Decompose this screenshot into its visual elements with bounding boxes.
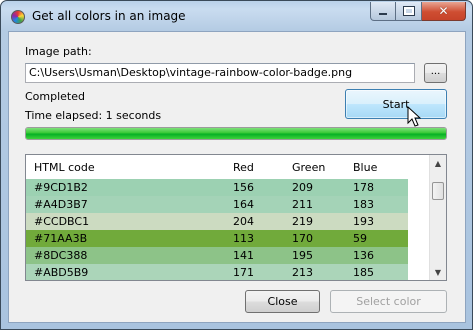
cell-red: 113 xyxy=(233,232,254,245)
table-row[interactable]: #71AA3B 113 170 59 xyxy=(26,230,408,247)
scroll-down-arrow-icon[interactable]: ▼ xyxy=(430,264,446,280)
cell-blue: 185 xyxy=(353,266,374,279)
column-header-green[interactable]: Green xyxy=(292,161,325,174)
caption-buttons: ✕ xyxy=(370,2,466,21)
table-rows: #9CD1B2 156 209 178 #A4D3B7 164 211 183 … xyxy=(26,179,408,280)
maximize-button[interactable] xyxy=(396,2,422,21)
cell-html-code: #ABD5B9 xyxy=(34,266,89,279)
close-button[interactable]: Close xyxy=(245,290,320,313)
cell-green: 209 xyxy=(292,181,313,194)
cell-html-code: #A4D3B7 xyxy=(34,198,88,211)
cell-green: 213 xyxy=(292,266,313,279)
select-color-button[interactable]: Select color xyxy=(330,290,447,313)
cell-green: 211 xyxy=(292,198,313,211)
close-window-button[interactable]: ✕ xyxy=(422,2,466,21)
cell-green: 170 xyxy=(292,232,313,245)
cell-green: 195 xyxy=(292,249,313,262)
cell-html-code: #8DC388 xyxy=(34,249,88,262)
table-header: HTML code Red Green Blue xyxy=(26,155,431,179)
cell-blue: 183 xyxy=(353,198,374,211)
scroll-thumb[interactable] xyxy=(432,182,444,200)
table-row[interactable]: #A4D3B7 164 211 183 xyxy=(26,196,408,213)
color-wheel-icon xyxy=(11,10,25,24)
cell-green: 219 xyxy=(292,215,313,228)
table-scrollbar[interactable]: ▲ ▼ xyxy=(429,155,446,280)
cell-blue: 178 xyxy=(353,181,374,194)
cell-blue: 193 xyxy=(353,215,374,228)
title-bar[interactable]: Get all colors in an image ✕ xyxy=(1,1,472,31)
image-path-label: Image path: xyxy=(25,45,92,58)
cell-html-code: #71AA3B xyxy=(34,232,88,245)
minimize-icon xyxy=(379,12,387,15)
cell-blue: 59 xyxy=(353,232,367,245)
colors-table[interactable]: HTML code Red Green Blue #9CD1B2 156 209… xyxy=(25,154,447,281)
time-elapsed-text: Time elapsed: 1 seconds xyxy=(25,109,162,122)
column-header-html-code[interactable]: HTML code xyxy=(34,161,95,174)
maximize-icon xyxy=(402,6,415,16)
cell-red: 156 xyxy=(233,181,254,194)
cell-html-code: #CCDBC1 xyxy=(34,215,90,228)
browse-button[interactable]: ... xyxy=(424,63,447,83)
table-row[interactable]: #CCDBC1 204 219 193 xyxy=(26,213,408,230)
client-area: Image path: C:\Users\Usman\Desktop\vinta… xyxy=(8,31,466,323)
cell-red: 164 xyxy=(233,198,254,211)
scroll-up-arrow-icon[interactable]: ▲ xyxy=(430,155,446,171)
table-row[interactable]: #9CD1B2 156 209 178 xyxy=(26,179,408,196)
cell-red: 204 xyxy=(233,215,254,228)
progress-bar xyxy=(25,127,447,140)
start-button[interactable]: Start xyxy=(345,89,447,119)
mouse-cursor-icon xyxy=(407,106,421,127)
column-header-blue[interactable]: Blue xyxy=(353,161,377,174)
cell-red: 141 xyxy=(233,249,254,262)
progress-bar-fill xyxy=(26,128,446,139)
minimize-button[interactable] xyxy=(370,2,396,21)
cell-html-code: #9CD1B2 xyxy=(34,181,88,194)
column-header-red[interactable]: Red xyxy=(233,161,254,174)
close-icon: ✕ xyxy=(438,4,449,18)
cell-red: 171 xyxy=(233,266,254,279)
image-path-input[interactable]: C:\Users\Usman\Desktop\vintage-rainbow-c… xyxy=(25,63,415,83)
app-window: Get all colors in an image ✕ Image path:… xyxy=(0,0,473,330)
window-title: Get all colors in an image xyxy=(32,9,186,23)
cell-blue: 136 xyxy=(353,249,374,262)
status-text: Completed xyxy=(25,90,85,103)
table-row[interactable]: #8DC388 141 195 136 xyxy=(26,247,408,264)
table-row[interactable]: #ABD5B9 171 213 185 xyxy=(26,264,408,280)
